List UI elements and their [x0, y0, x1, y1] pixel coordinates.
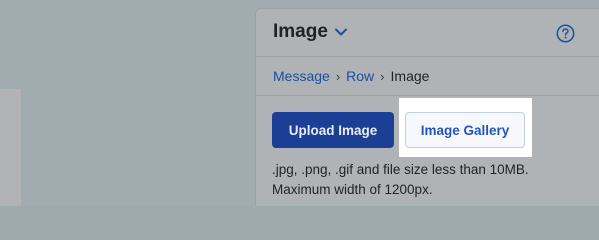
- breadcrumb-separator: ›: [335, 69, 341, 84]
- width-requirement-line: Maximum width of 1200px.: [272, 182, 433, 197]
- chevron-down-icon[interactable]: [334, 25, 348, 39]
- canvas-content-strip: [0, 89, 21, 206]
- breadcrumb: Message › Row › Image: [273, 68, 429, 84]
- breadcrumb-separator: ›: [380, 69, 385, 84]
- breadcrumb-message-link[interactable]: Message: [273, 68, 330, 84]
- file-requirements-line: .jpg, .png, .gif and file size less than…: [272, 162, 529, 177]
- image-gallery-button[interactable]: Image Gallery: [405, 112, 525, 148]
- panel-divider: [256, 95, 599, 96]
- upload-image-button[interactable]: Upload Image: [272, 112, 394, 148]
- question-circle-icon[interactable]: [556, 24, 575, 43]
- breadcrumb-current: Image: [390, 68, 430, 84]
- panel-title[interactable]: Image: [273, 21, 328, 43]
- breadcrumb-row-link[interactable]: Row: [346, 68, 374, 84]
- panel-header: Image: [256, 9, 599, 57]
- file-requirements-text: .jpg, .png, .gif and file size less than…: [272, 160, 592, 200]
- image-properties-panel: Image Message › Row › Image Upload Image Ima…: [255, 8, 599, 206]
